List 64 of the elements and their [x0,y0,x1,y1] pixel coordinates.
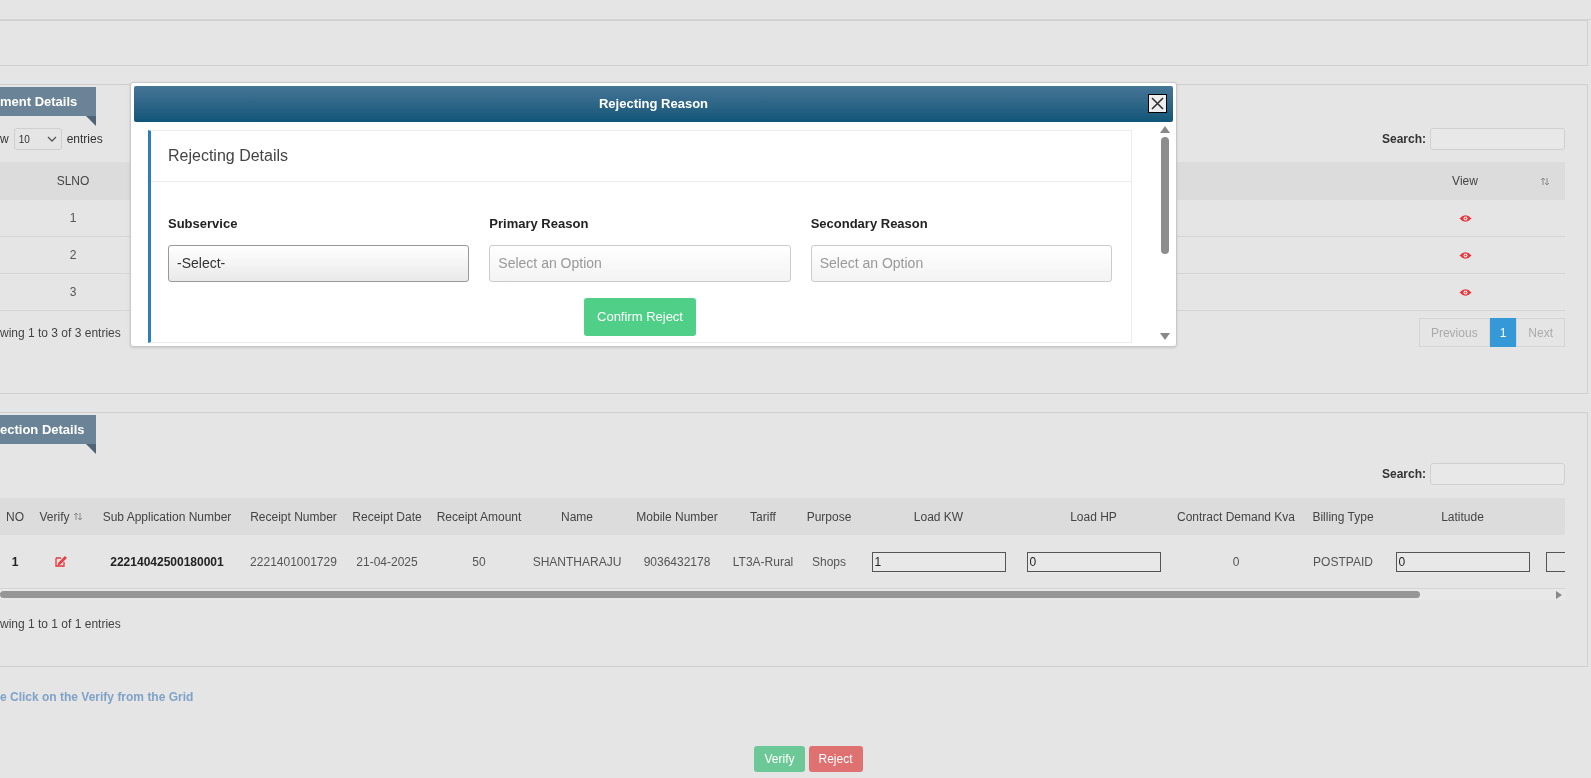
search-field[interactable] [1430,128,1565,150]
table-cell-text: 21-04-2025 [356,553,418,571]
table-cell-text: Shops [812,553,846,571]
column-header[interactable]: Receipt Amount [436,507,522,526]
select-field[interactable]: -Select- [168,244,470,282]
column-header[interactable]: Name [561,507,593,526]
table-cell-text: SHANTHARAJU [532,553,622,571]
sort-icon[interactable] [72,512,83,521]
chevron-down-icon [46,136,57,142]
search-label: Search: [1381,466,1426,483]
table-input[interactable]: 0 [1026,551,1161,572]
hint-text: e Click on the Verify from the Grid [0,689,195,706]
column-header[interactable]: Latitude [1441,507,1484,526]
table-input[interactable] [1546,551,1565,572]
table-cell-text: POSTPAID [1313,553,1373,571]
section-ribbon: ection Details [0,415,96,444]
column-header[interactable]: Receipt Number [250,507,337,526]
field-label: Primary Reason [489,215,590,233]
search-field[interactable] [1430,463,1565,485]
column-header[interactable]: Load KW [913,507,964,526]
eye-icon[interactable] [1458,250,1472,260]
field-label: Subservice [168,215,239,233]
column-header[interactable]: Sub Application Number [102,507,232,526]
entries-select[interactable]: 10 [13,128,62,150]
table-cell-text: 50 [472,553,486,571]
column-header[interactable]: Contract Demand Kva [1176,507,1296,526]
table-cell-text: 1 [68,210,78,227]
section-ribbon: ment Details [0,87,96,116]
table-cell-text: 2221401001729 [250,553,337,571]
column-header[interactable]: Mobile Number [636,507,718,526]
field-label: Secondary Reason [810,215,929,233]
table-cell-text: 0 [1232,553,1240,571]
horizontal-scrollbar[interactable] [0,589,1565,600]
modal-title: Rejecting Reason [598,95,709,114]
show-label: w [0,131,9,148]
table-input[interactable]: 1 [871,551,1006,572]
column-header[interactable]: Billing Type [1312,507,1374,526]
close-button[interactable] [1148,94,1167,113]
table-cell-text: 1 [11,553,19,571]
ribbon-fold [86,444,96,454]
column-header[interactable]: Tariff [750,507,776,526]
table-cell-text: 22214042500180001 [110,553,224,571]
edit-icon[interactable] [55,556,67,567]
close-icon [1151,97,1164,110]
column-header[interactable]: NO [6,507,24,526]
table-cell-text: 9036432178 [643,553,711,571]
column-header[interactable]: Purpose [806,507,852,526]
entries-label: entries [66,131,103,148]
ribbon-fold [86,116,96,126]
column-header[interactable]: Load HP [1070,507,1117,526]
table-cell-text: LT3A-Rural [732,553,794,571]
table-cell-text: 2 [68,247,78,264]
table-cell-text: 3 [68,284,78,301]
eye-icon[interactable] [1458,287,1472,297]
column-header[interactable]: Receipt Date [352,507,422,526]
sort-icon[interactable] [1540,176,1550,186]
table-info: wing 1 to 3 of 3 entries [0,324,121,342]
table-input[interactable]: 0 [1395,551,1530,572]
table-info: wing 1 to 1 of 1 entries [0,616,122,633]
column-header[interactable]: Verify [39,507,70,526]
column-header[interactable]: View [1405,172,1525,190]
eye-icon[interactable] [1458,213,1472,223]
card-title: Rejecting Details [168,146,289,166]
search-label: Search: [1381,131,1426,148]
